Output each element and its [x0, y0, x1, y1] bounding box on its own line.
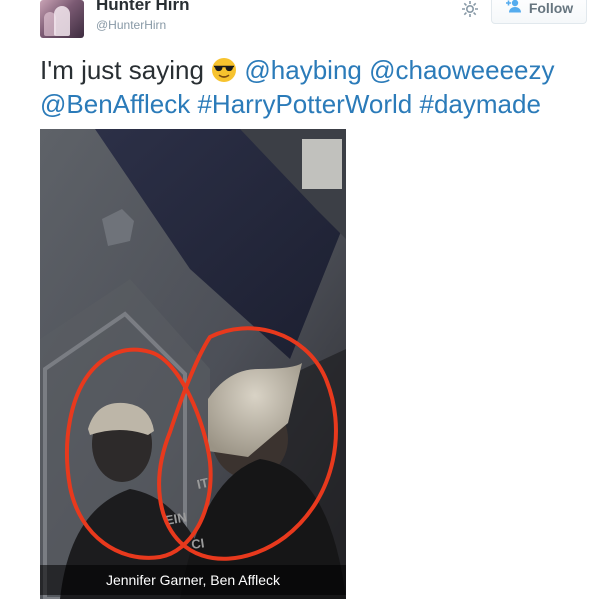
avatar-figure-right	[54, 6, 70, 36]
photo-caption-bar: Jennifer Garner, Ben Affleck	[40, 565, 346, 595]
gear-icon[interactable]	[460, 0, 480, 19]
author-display-name[interactable]: Hunter Hirn	[96, 0, 190, 16]
tweet-text: I'm just saying @haybing @chaoweeeezy @B…	[40, 53, 580, 121]
mention-link[interactable]: @chaoweeeezy	[369, 55, 554, 85]
tweet-plain-text: I'm just saying	[40, 55, 204, 85]
add-user-icon	[505, 0, 523, 18]
tweet-photo[interactable]: IT EIN CI Jennifer Garner, Ben Affleck	[40, 129, 346, 599]
hashtag-link[interactable]: #daymade	[420, 89, 541, 119]
mention-link[interactable]: @BenAffleck	[40, 89, 190, 119]
photo-caption: Jennifer Garner, Ben Affleck	[105, 572, 281, 588]
mention-link[interactable]: @haybing	[244, 55, 361, 85]
sunglasses-emoji-icon	[211, 57, 237, 83]
tweet-line-2: @BenAffleck #HarryPotterWorld #daymade	[40, 87, 580, 121]
follow-label: Follow	[528, 0, 574, 16]
author-handle[interactable]: @HunterHirn	[96, 17, 166, 33]
hashtag-link[interactable]: #HarryPotterWorld	[197, 89, 412, 119]
follow-button[interactable]: Follow	[491, 0, 587, 24]
tweet-line-1: I'm just saying @haybing @chaoweeeezy	[40, 53, 580, 87]
author-avatar[interactable]	[40, 0, 84, 38]
